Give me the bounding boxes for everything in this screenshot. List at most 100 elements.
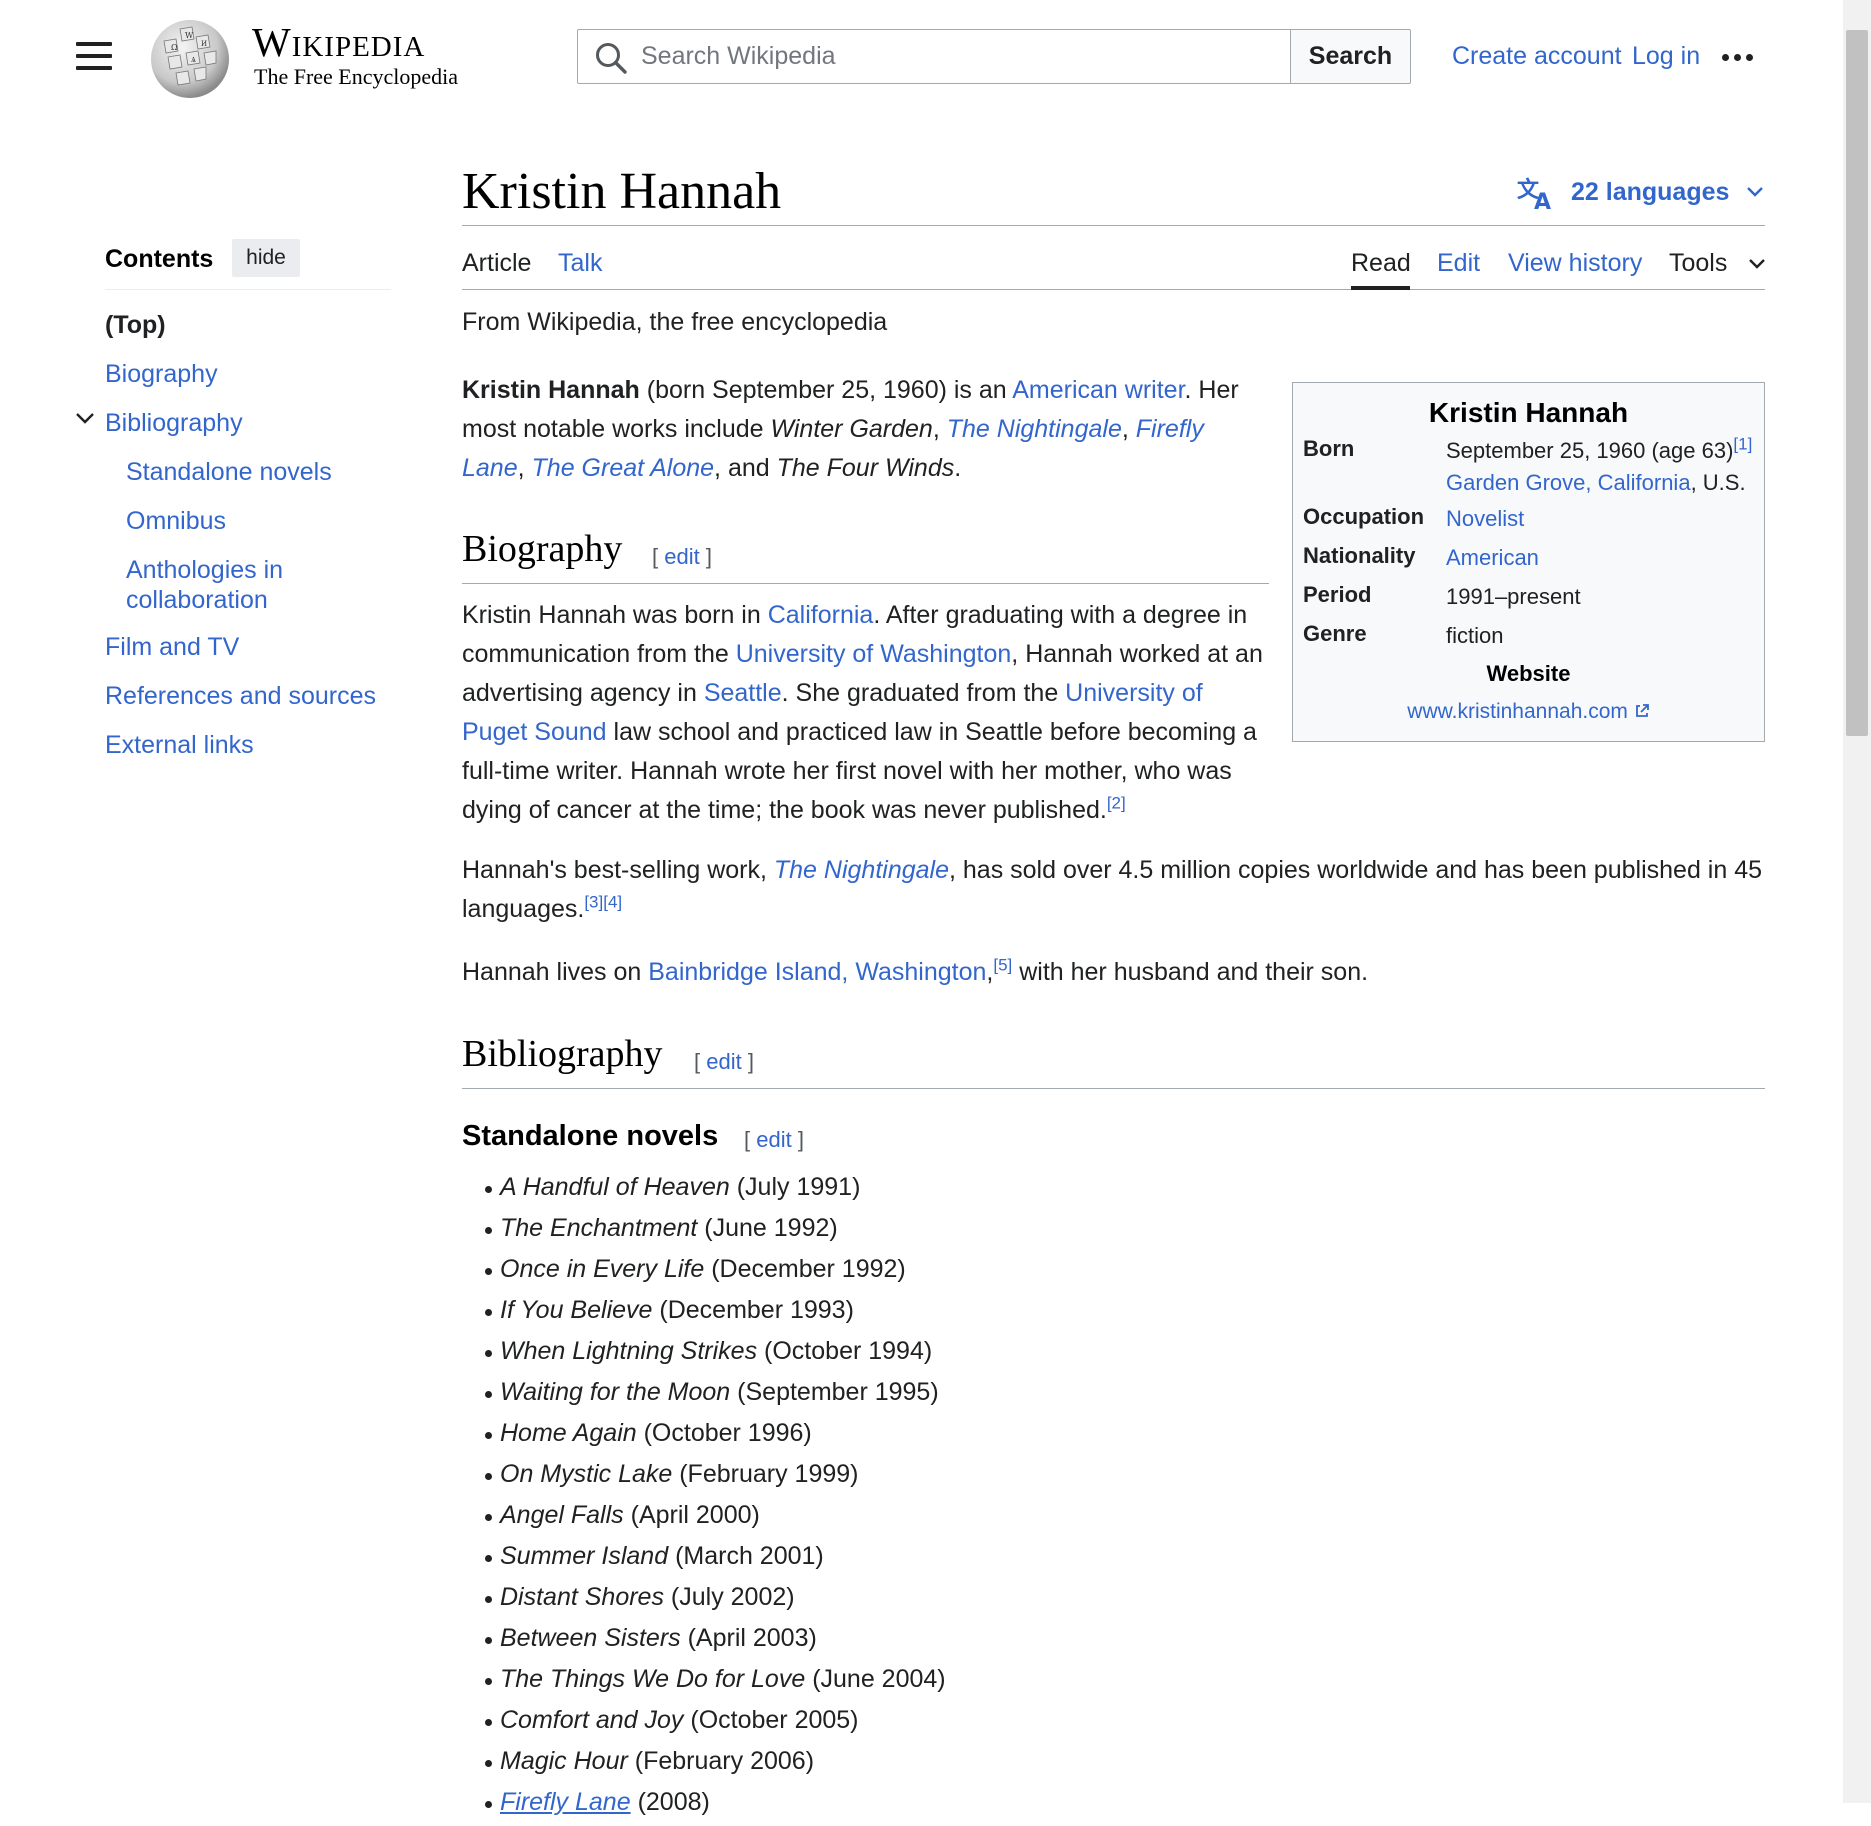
citation-link[interactable]: [2]: [1107, 794, 1126, 813]
toc-item-standalone-novels[interactable]: Standalone novels: [126, 457, 332, 487]
tab-talk[interactable]: Talk: [558, 248, 602, 278]
tools-menu[interactable]: Tools: [1669, 248, 1765, 278]
book-title: Summer Island: [500, 1542, 669, 1570]
book-date: (October 1994): [757, 1337, 933, 1365]
intro-paragraph: Kristin Hannah (born September 25, 1960)…: [462, 371, 1272, 488]
edit-link[interactable]: edit: [756, 1127, 791, 1152]
biography-paragraph-2: Hannah's best-selling work, The Nighting…: [462, 851, 1765, 929]
book-date: (June 1992): [697, 1214, 838, 1242]
book-title: When Lightning Strikes: [500, 1337, 758, 1365]
toc-item-top[interactable]: (Top): [105, 310, 166, 340]
menu-icon-bar: [76, 42, 112, 46]
wikipedia-wordmark[interactable]: Wikipedia The Free Encyclopedia: [252, 20, 458, 90]
book-title[interactable]: Firefly Lane: [500, 1788, 631, 1816]
book-date: (July 2002): [663, 1583, 795, 1611]
book-title: Angel Falls: [500, 1501, 624, 1529]
toc-item-anthologies[interactable]: Anthologies in collaboration: [126, 555, 336, 615]
book-list-item: The Enchantment (June 1992): [482, 1211, 946, 1252]
book-date: (September 1995): [730, 1378, 939, 1406]
edit-link[interactable]: edit: [706, 1049, 741, 1074]
svg-text:Ѧ: Ѧ: [191, 56, 196, 64]
biography-paragraph-1: Kristin Hannah was born in California. A…: [462, 596, 1272, 830]
section-edit-link[interactable]: [ edit ]: [652, 544, 712, 570]
site-tagline: From Wikipedia, the free encyclopedia: [462, 308, 888, 336]
link-website[interactable]: www.kristinhannah.com: [1407, 700, 1628, 723]
book-list-item: Waiting for the Moon (September 1995): [482, 1375, 946, 1416]
section-edit-link[interactable]: [ edit ]: [694, 1049, 754, 1075]
create-account-link[interactable]: Create account: [1452, 42, 1622, 71]
page-title: Kristin Hannah: [462, 163, 782, 220]
link-california[interactable]: California: [768, 601, 874, 629]
book-list-item: Distant Shores (July 2002): [482, 1580, 946, 1621]
work-title: Winter Garden: [770, 415, 933, 443]
text: with her husband and their son.: [1012, 958, 1369, 986]
infobox-title: Kristin Hannah: [1428, 397, 1629, 428]
citation-link[interactable]: [1]: [1733, 435, 1752, 454]
book-date: (July 1991): [729, 1173, 861, 1201]
toc-item-film-and-tv[interactable]: Film and TV: [105, 632, 239, 662]
search-input[interactable]: [641, 36, 1271, 76]
citation-link[interactable]: [3]: [584, 893, 603, 912]
book-list-item: On Mystic Lake (February 1999): [482, 1457, 946, 1498]
scrollbar-thumb[interactable]: [1846, 30, 1868, 736]
infobox-value-period: 1991–present: [1446, 584, 1581, 609]
book-date: (April 2000): [623, 1501, 760, 1529]
toc-item-omnibus[interactable]: Omnibus: [126, 506, 226, 536]
link-american-writer[interactable]: American writer: [1012, 376, 1184, 404]
toc-item-references[interactable]: References and sources: [105, 681, 376, 711]
book-list-item: A Handful of Heaven (July 1991): [482, 1170, 946, 1211]
link-university-of-washington[interactable]: University of Washington: [736, 640, 1012, 668]
search-icon: [596, 43, 627, 74]
intro-text: (born September 25, 1960) is an: [639, 376, 1013, 404]
toc-item-external-links[interactable]: External links: [105, 730, 254, 760]
log-in-link[interactable]: Log in: [1632, 42, 1700, 71]
wikipedia-globe-logo[interactable]: Ω W И Ѧ: [146, 17, 234, 99]
more-options-icon[interactable]: [1722, 48, 1758, 61]
intro-text: .: [954, 454, 962, 482]
infobox-label-website: Website: [1486, 661, 1571, 686]
book-title: On Mystic Lake: [500, 1460, 673, 1488]
book-list-item: The Things We Do for Love (June 2004): [482, 1662, 946, 1703]
book-title: Magic Hour: [500, 1747, 628, 1775]
link-novelist[interactable]: Novelist: [1446, 506, 1524, 531]
svg-text:A: A: [1534, 190, 1551, 211]
infobox-label-nationality: Nationality: [1303, 543, 1416, 568]
book-date: (April 2003): [680, 1624, 817, 1652]
tab-read[interactable]: Read: [1351, 248, 1411, 278]
citation-link[interactable]: [4]: [603, 893, 622, 912]
subsection-edit-link[interactable]: [ edit ]: [744, 1127, 804, 1153]
toc-item-bibliography[interactable]: Bibliography: [105, 408, 243, 438]
chevron-down-icon[interactable]: [74, 411, 96, 427]
intro-text: , and: [714, 454, 777, 482]
section-divider: [462, 1088, 1765, 1089]
toc-hide-button[interactable]: hide: [232, 239, 300, 277]
link-garden-grove[interactable]: Garden Grove, California: [1446, 470, 1691, 495]
tab-view-history[interactable]: View history: [1508, 248, 1642, 278]
main-menu-button[interactable]: [76, 42, 112, 72]
svg-text:W: W: [185, 31, 194, 40]
link-bainbridge-island[interactable]: Bainbridge Island, Washington: [648, 958, 986, 986]
svg-text:Ω: Ω: [171, 43, 178, 52]
book-title: The Enchantment: [500, 1214, 698, 1242]
link-seattle[interactable]: Seattle: [704, 679, 782, 707]
edit-link[interactable]: edit: [664, 544, 699, 569]
intro-text: ,: [517, 454, 532, 482]
link-the-nightingale[interactable]: The Nightingale: [947, 415, 1122, 443]
toc-title: Contents: [105, 245, 214, 273]
book-title: Once in Every Life: [500, 1255, 705, 1283]
infobox-value-website: www.kristinhannah.com: [1293, 700, 1764, 724]
link-the-great-alone[interactable]: The Great Alone: [532, 454, 715, 482]
toc-item-biography[interactable]: Biography: [105, 359, 218, 389]
book-list-item: Between Sisters (April 2003): [482, 1621, 946, 1662]
citation-link[interactable]: [5]: [993, 956, 1012, 975]
search-button[interactable]: Search: [1290, 29, 1411, 84]
link-american[interactable]: American: [1446, 545, 1539, 570]
tab-article[interactable]: Article: [462, 248, 531, 278]
book-date: (March 2001): [668, 1542, 824, 1570]
infobox-value-occupation: Novelist: [1446, 503, 1524, 535]
book-list-item: Home Again (October 1996): [482, 1416, 946, 1457]
book-title: A Handful of Heaven: [500, 1173, 730, 1201]
book-date: (December 1992): [704, 1255, 906, 1283]
tab-edit[interactable]: Edit: [1437, 248, 1480, 278]
link-the-nightingale[interactable]: The Nightingale: [774, 856, 949, 884]
